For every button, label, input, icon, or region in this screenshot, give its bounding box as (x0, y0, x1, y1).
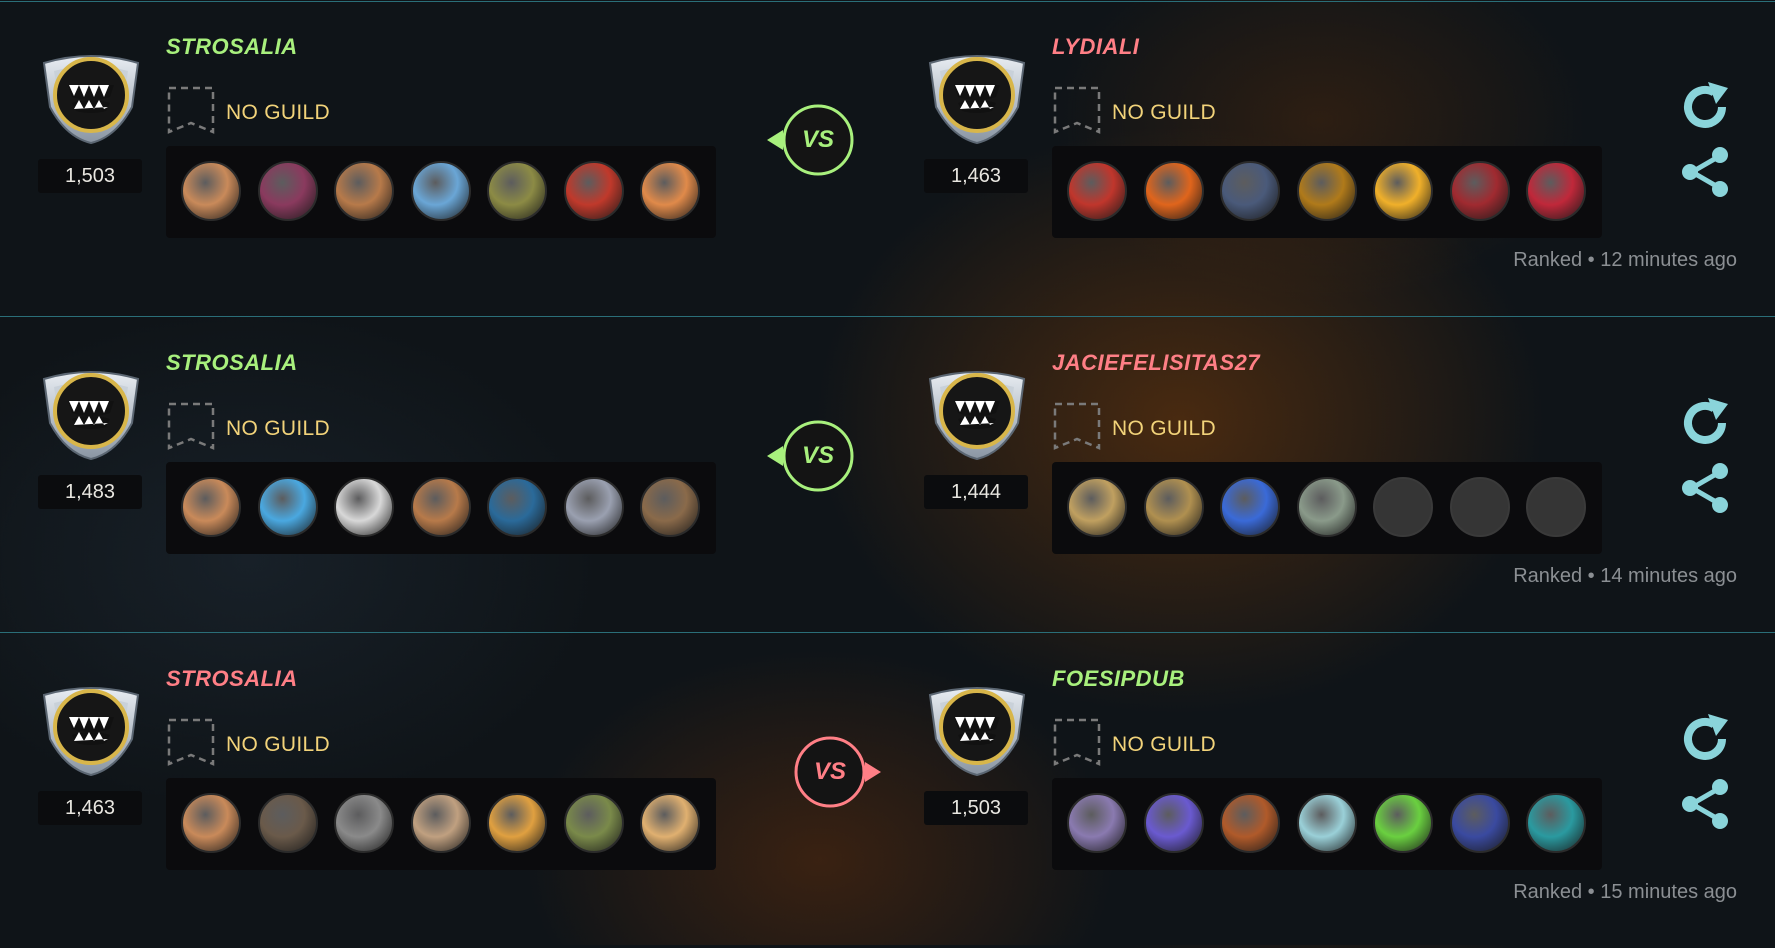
unit-card-avatar[interactable] (1296, 161, 1357, 221)
guild-label: NO GUILD (1112, 733, 1216, 756)
battle-row: 1,503 STROSALIA NO GUILD 1,463 LYDIALI NO … (0, 0, 1775, 316)
unit-card-avatar[interactable] (1449, 793, 1510, 853)
unit-card-avatar[interactable] (640, 161, 700, 221)
vs-marker: VS (763, 100, 873, 180)
unit-card-avatar[interactable] (334, 793, 394, 853)
player-name-link[interactable]: STROSALIA (166, 350, 298, 376)
team-lineup (166, 778, 716, 870)
unit-card-avatar[interactable] (563, 477, 624, 537)
vs-label: VS (801, 126, 834, 153)
share-icon[interactable] (1678, 461, 1732, 515)
league-badge-icon (922, 45, 1032, 145)
vs-label: VS (813, 758, 846, 785)
unit-card-avatar[interactable] (1373, 161, 1433, 221)
replay-icon[interactable] (1678, 80, 1732, 134)
unit-card-avatar[interactable] (1296, 793, 1357, 853)
player-name-link[interactable]: FOESIPDUB (1052, 666, 1185, 692)
unit-card-avatar[interactable] (1143, 477, 1204, 537)
unit-card-avatar[interactable] (181, 477, 241, 537)
guild-banner-icon (1052, 85, 1102, 135)
unit-card-avatar[interactable] (410, 793, 471, 853)
share-icon[interactable] (1678, 777, 1732, 831)
league-badge-icon (36, 677, 146, 777)
share-icon[interactable] (1678, 145, 1732, 199)
unit-card-avatar[interactable] (1449, 161, 1510, 221)
rating-value: 1,444 (924, 475, 1028, 509)
unit-card-avatar[interactable] (1143, 793, 1204, 853)
player-name-link[interactable]: LYDIALI (1052, 34, 1139, 60)
guild-label: NO GUILD (1112, 417, 1216, 440)
battle-meta: Ranked • 14 minutes ago (1513, 565, 1737, 587)
team-lineup (1052, 146, 1602, 238)
battle-meta: Ranked • 12 minutes ago (1513, 249, 1737, 271)
league-badge-icon (36, 45, 146, 145)
unit-card-avatar[interactable] (563, 793, 624, 853)
guild-label: NO GUILD (226, 417, 330, 440)
empty-unit-slot (1373, 477, 1433, 537)
replay-icon[interactable] (1678, 396, 1732, 450)
vs-marker: VS (775, 732, 885, 812)
unit-card-avatar[interactable] (640, 793, 700, 853)
unit-card-avatar[interactable] (1220, 793, 1280, 853)
unit-card-avatar[interactable] (1526, 161, 1586, 221)
unit-card-avatar[interactable] (257, 161, 318, 221)
guild-label: NO GUILD (1112, 101, 1216, 124)
unit-card-avatar[interactable] (487, 477, 547, 537)
guild-label: NO GUILD (226, 733, 330, 756)
unit-card-avatar[interactable] (1296, 477, 1357, 537)
league-badge-icon (922, 677, 1032, 777)
team-lineup (1052, 778, 1602, 870)
empty-unit-slot (1526, 477, 1586, 537)
unit-card-avatar[interactable] (334, 477, 394, 537)
rating-value: 1,483 (38, 475, 142, 509)
unit-card-avatar[interactable] (1067, 161, 1127, 221)
unit-card-avatar[interactable] (1143, 161, 1204, 221)
unit-card-avatar[interactable] (1067, 793, 1127, 853)
unit-card-avatar[interactable] (334, 161, 394, 221)
player-name-link[interactable]: JACIEFELISITAS27 (1052, 350, 1260, 376)
battle-meta: Ranked • 15 minutes ago (1513, 881, 1737, 903)
unit-card-avatar[interactable] (410, 477, 471, 537)
rating-value: 1,463 (924, 159, 1028, 193)
team-lineup (166, 146, 716, 238)
guild-label: NO GUILD (226, 101, 330, 124)
team-lineup (1052, 462, 1602, 554)
player-name-link[interactable]: STROSALIA (166, 666, 298, 692)
unit-card-avatar[interactable] (640, 477, 700, 537)
rating-value: 1,463 (38, 791, 142, 825)
battle-row: 1,483 STROSALIA NO GUILD 1,444 JACIEFELISI… (0, 316, 1775, 632)
league-badge-icon (36, 361, 146, 461)
rating-value: 1,503 (924, 791, 1028, 825)
unit-card-avatar[interactable] (257, 477, 318, 537)
player-name-link[interactable]: STROSALIA (166, 34, 298, 60)
unit-card-avatar[interactable] (563, 161, 624, 221)
vs-marker: VS (763, 416, 873, 496)
unit-card-avatar[interactable] (1220, 161, 1280, 221)
unit-card-avatar[interactable] (1220, 477, 1280, 537)
guild-banner-icon (166, 401, 216, 451)
unit-card-avatar[interactable] (1373, 793, 1433, 853)
unit-card-avatar[interactable] (1067, 477, 1127, 537)
unit-card-avatar[interactable] (487, 161, 547, 221)
guild-banner-icon (166, 717, 216, 767)
vs-label: VS (801, 442, 834, 469)
battle-row: 1,463 STROSALIA NO GUILD 1,503 FOESIPDUB N… (0, 632, 1775, 948)
guild-banner-icon (166, 85, 216, 135)
rating-value: 1,503 (38, 159, 142, 193)
guild-banner-icon (1052, 401, 1102, 451)
unit-card-avatar[interactable] (257, 793, 318, 853)
empty-unit-slot (1449, 477, 1510, 537)
league-badge-icon (922, 361, 1032, 461)
unit-card-avatar[interactable] (181, 793, 241, 853)
unit-card-avatar[interactable] (410, 161, 471, 221)
unit-card-avatar[interactable] (1526, 793, 1586, 853)
guild-banner-icon (1052, 717, 1102, 767)
unit-card-avatar[interactable] (181, 161, 241, 221)
unit-card-avatar[interactable] (487, 793, 547, 853)
replay-icon[interactable] (1678, 712, 1732, 766)
team-lineup (166, 462, 716, 554)
